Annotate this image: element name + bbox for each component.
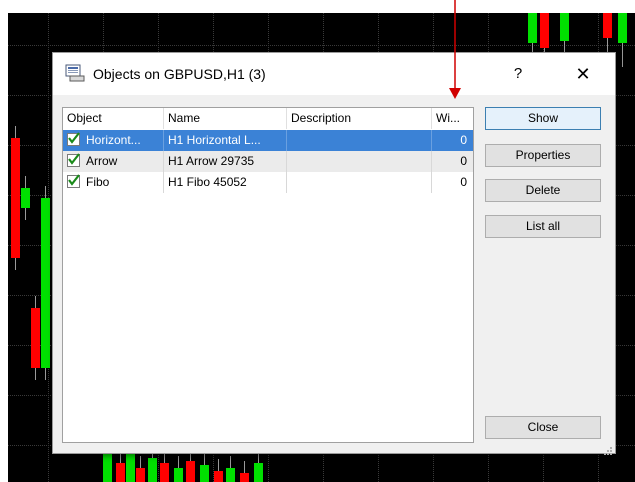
close-button[interactable]: Close [485,416,601,439]
dialog-title: Objects on GBPUSD,H1 (3) [93,66,266,82]
objects-list-icon [65,64,85,82]
column-header-description[interactable]: Description [287,108,432,129]
list-all-button[interactable]: List all [485,215,601,238]
name-cell: H1 Horizontal L... [164,130,287,151]
width-cell: 0 [432,130,473,151]
delete-button[interactable]: Delete [485,179,601,202]
objects-dialog: Objects on GBPUSD,H1 (3) ? ✕ Object Name… [52,52,616,455]
checkmark-icon[interactable] [67,132,80,146]
properties-button[interactable]: Properties [485,144,601,167]
width-cell: 0 [432,172,473,193]
candle [254,463,263,482]
object-type: Fibo [86,175,110,189]
checkmark-icon[interactable] [67,174,80,188]
candle [214,471,223,482]
object-cell: Horizont... [63,130,164,151]
table-row[interactable]: Fibo H1 Fibo 45052 0 [63,172,473,193]
description-cell [287,130,432,151]
resize-grip-icon[interactable] [604,442,612,455]
table-row[interactable]: Horizont... H1 Horizontal L... 0 [63,130,473,151]
candle [603,13,612,38]
candle [560,13,569,41]
candle [618,13,627,43]
objects-table[interactable]: Object Name Description Wi... Horizont..… [62,107,474,443]
show-button[interactable]: Show [485,107,601,130]
description-cell [287,172,432,193]
column-header-width[interactable]: Wi... [432,108,473,129]
column-header-object[interactable]: Object [63,108,164,129]
close-window-icon[interactable]: ✕ [565,61,601,87]
checkmark-icon[interactable] [67,153,80,167]
candle [174,468,183,482]
object-type: Arrow [86,154,118,168]
candle [186,461,195,482]
object-type: Horizont... [86,133,141,147]
candle [103,453,112,482]
candle [240,473,249,482]
candle [540,13,549,48]
candle [226,468,235,482]
candle [21,188,30,208]
candle [126,453,135,482]
dialog-titlebar[interactable]: Objects on GBPUSD,H1 (3) ? ✕ [53,53,615,95]
candle [116,463,125,482]
object-cell: Fibo [63,172,164,193]
candle [160,463,169,482]
name-cell: H1 Arrow 29735 [164,151,287,172]
description-cell [287,151,432,172]
help-button[interactable]: ? [503,61,533,87]
candle [11,138,20,258]
table-row[interactable]: Arrow H1 Arrow 29735 0 [63,151,473,172]
candle [31,308,40,368]
candle [136,468,145,482]
candle [41,198,50,368]
name-cell: H1 Fibo 45052 [164,172,287,193]
width-cell: 0 [432,151,473,172]
candle [528,13,537,43]
object-cell: Arrow [63,151,164,172]
candle [148,458,157,482]
candle [200,465,209,482]
column-header-name[interactable]: Name [164,108,287,129]
